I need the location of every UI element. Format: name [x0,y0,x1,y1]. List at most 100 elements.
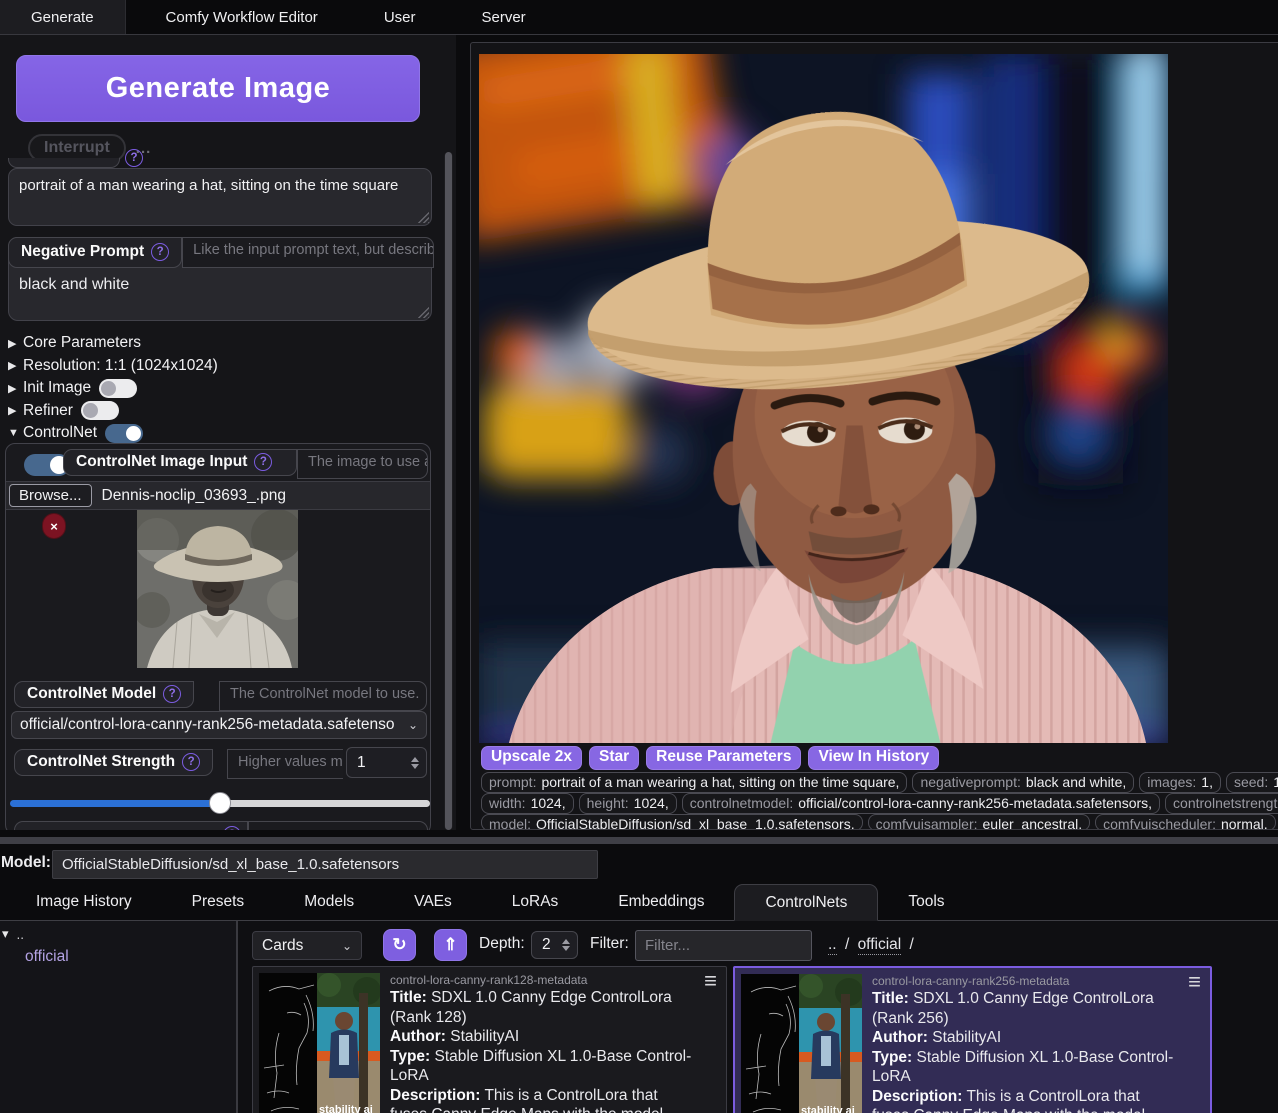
card-thumbnail: stability ai [741,974,862,1113]
negative-prompt-textarea[interactable]: black and white [9,270,139,300]
number-spinner[interactable] [411,757,426,769]
section-toggle[interactable] [99,379,137,398]
card-type: Type: Stable Diffusion XL 1.0-Base Contr… [390,1047,692,1086]
param-chip: prompt:portrait of a man wearing a hat, … [481,772,907,793]
generated-image[interactable] [479,54,1168,743]
bottom-tab[interactable]: Presets [162,884,275,920]
file-input-row: Browse... Dennis-noclip_03693_.png [6,481,431,510]
controlnet-input-thumbnail[interactable] [137,510,298,668]
controlnet-model-card[interactable]: stability ai ≡ control-lora-canny-rank12… [252,966,727,1113]
breadcrumb-up-link[interactable]: .. [828,936,837,955]
chevron-down-icon: ⌄ [408,718,418,732]
browse-button[interactable]: Browse... [9,484,92,507]
filter-label: Filter: [590,935,629,953]
top-nav-tab[interactable]: Server [455,0,551,34]
resize-handle-icon[interactable] [417,211,429,223]
clipped-next-label: ? [14,821,248,830]
scrollbar-thumb[interactable] [445,152,452,830]
image-action-button[interactable]: Star [589,746,639,770]
top-nav: Generate Comfy Workflow Editor User Serv… [0,0,1278,35]
svg-text:stability ai: stability ai [801,1105,855,1113]
controlnet-model-hint: The ControlNet model to use. [219,681,427,711]
section-arrow-icon: ▶ [8,359,23,372]
resize-handle-icon[interactable] [417,306,429,318]
bottom-tab[interactable]: LoRAs [482,884,589,920]
top-nav-tab[interactable]: Comfy Workflow Editor [140,0,344,34]
controlnet-strength-label: ControlNet Strength ? [14,749,213,776]
section-header[interactable]: ▼ ControlNet [8,422,218,445]
bottom-tab[interactable]: Embeddings [588,884,734,920]
controlnet-group: ControlNet Image Input ? The image to us… [5,443,431,830]
help-icon[interactable]: ? [254,453,272,471]
remove-image-button[interactable]: × [43,514,65,538]
generate-image-button[interactable]: Generate Image [16,55,420,122]
chevron-down-icon: ▾ [2,926,9,942]
tree-item-up[interactable]: ▾ .. [2,926,24,942]
breadcrumb-official-link[interactable]: official [858,936,902,955]
card-model-name: control-lora-canny-rank256-metadata [872,974,1176,989]
help-icon[interactable]: ? [125,149,143,167]
section-arrow-icon: ▼ [8,427,23,439]
image-action-button[interactable]: Upscale 2x [481,746,582,770]
model-label: Model: [1,854,51,872]
image-params-row: prompt:portrait of a man wearing a hat, … [481,772,1278,793]
slider-thumb[interactable] [209,792,231,814]
help-icon[interactable]: ? [182,753,200,771]
bottom-tab-bar: Image History Presets Models VAEs LoRAs … [0,884,1278,921]
controlnet-strength-slider[interactable] [10,792,430,814]
card-menu-icon[interactable]: ≡ [1188,969,1201,995]
controlnets-browser: ▾ .. official Cards ⌄ ↻ ⇑ Depth: 2 Filte… [0,921,1278,1113]
image-action-button[interactable]: View In History [808,746,939,770]
image-params-row: width:1024, height:1024, controlnetmodel… [481,793,1278,814]
controlnet-strength-input[interactable]: 1 [346,747,427,778]
top-nav-tab[interactable]: User [358,0,442,34]
prompt-label-clipped: ? [8,158,120,168]
panel-splitter[interactable] [0,837,1278,844]
depth-input[interactable]: 2 [531,931,578,959]
param-chip: comfyuischeduler:normal, [1095,814,1276,830]
number-spinner[interactable] [562,939,577,951]
help-icon[interactable]: ? [151,243,169,261]
param-chip: model:OfficialStableDiffusion/sd_xl_base… [481,814,863,830]
image-viewer-panel: Upscale 2x Star Reuse Parameters View In… [470,42,1278,830]
bottom-tab[interactable]: Models [274,884,384,920]
image-action-button[interactable]: Reuse Parameters [646,746,801,770]
controlnet-model-select[interactable]: official/control-lora-canny-rank256-meta… [11,711,427,739]
bottom-tab[interactable]: ControlNets [734,884,878,921]
param-chip: controlnetstrength:1, [1165,793,1278,814]
section-toggle[interactable] [81,401,119,420]
param-chip: width:1024, [481,793,574,814]
param-chip: height:1024, [579,793,677,814]
bottom-tab[interactable]: Image History [6,884,162,920]
card-author: Author: StabilityAI [872,1028,1176,1048]
filter-input[interactable] [635,930,812,961]
view-mode-select[interactable]: Cards ⌄ [252,931,362,960]
param-chip: comfyuisampler:euler_ancestral, [868,814,1091,830]
up-folder-button[interactable]: ⇑ [434,929,467,961]
bottom-tab[interactable]: VAEs [384,884,482,920]
section-header[interactable]: ▶ Core Parameters [8,332,218,355]
section-arrow-icon: ▶ [8,382,23,395]
card-menu-icon[interactable]: ≡ [704,968,717,994]
negative-prompt-box: Negative Prompt ? Like the input prompt … [8,237,432,321]
current-model-input[interactable] [52,850,598,879]
section-arrow-icon: ▶ [8,404,23,417]
section-header[interactable]: ▶ Resolution: 1:1 (1024x1024) [8,355,218,378]
left-panel-scrollbar[interactable] [444,152,453,830]
section-toggle[interactable] [105,424,143,443]
section-arrow-icon: ▶ [8,337,23,350]
chevron-down-icon: ⌄ [342,939,352,953]
tree-item-official[interactable]: official [25,948,69,966]
refresh-button[interactable]: ↻ [383,929,416,961]
top-nav-tab[interactable]: Generate [0,0,126,34]
controlnet-model-card[interactable]: stability ai ≡ control-lora-canny-rank25… [733,966,1212,1113]
controlnet-image-input-label: ControlNet Image Input ? [63,449,297,476]
section-header[interactable]: ▶ Refiner [8,400,218,423]
card-description: Description: This is a ControlLora that … [872,1087,1176,1113]
prompt-textarea[interactable]: portrait of a man wearing a hat, sitting… [8,168,432,226]
help-icon: ? [223,826,241,830]
help-icon[interactable]: ? [163,685,181,703]
bottom-tab[interactable]: Tools [878,884,974,920]
negative-prompt-hint: Like the input prompt text, but describ [182,237,434,268]
section-header[interactable]: ▶ Init Image [8,377,218,400]
